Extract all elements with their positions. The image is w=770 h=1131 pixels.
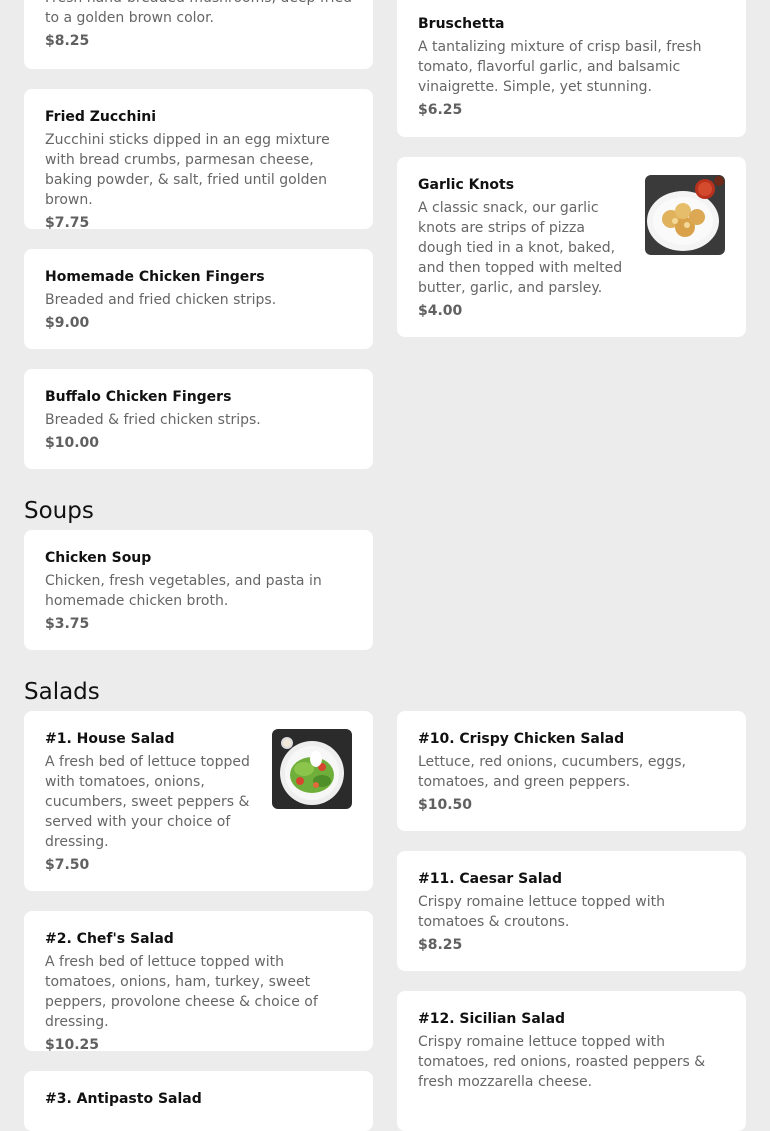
menu-item-house-salad[interactable]: #1. House Salad A fresh bed of lettuce t… [24, 711, 373, 891]
menu-item-mushrooms[interactable]: Fresh hand-breaded mushrooms, deep fried… [24, 0, 373, 69]
item-description: Breaded & fried chicken strips. [45, 412, 261, 428]
menu-item-fried-zucchini[interactable]: Fried Zucchini Zucchini sticks dipped in… [24, 89, 373, 229]
menu-item-antipasto-salad[interactable]: #3. Antipasto Salad [24, 1071, 373, 1131]
item-name: #1. House Salad [45, 731, 175, 747]
item-name: Garlic Knots [418, 177, 515, 193]
item-description: A fresh bed of lettuce topped with tomat… [45, 754, 250, 850]
section-title-salads: Salads [24, 679, 100, 705]
item-text: Garlic Knots A classic snack, our garlic… [418, 175, 631, 321]
item-name: Buffalo Chicken Fingers [45, 389, 232, 405]
menu-item-homemade-chicken-fingers[interactable]: Homemade Chicken Fingers Breaded and fri… [24, 249, 373, 349]
menu-item-chefs-salad[interactable]: #2. Chef's Salad A fresh bed of lettuce … [24, 911, 373, 1051]
item-text: #1. House Salad A fresh bed of lettuce t… [45, 729, 258, 875]
menu-item-buffalo-chicken-fingers[interactable]: Buffalo Chicken Fingers Breaded & fried … [24, 369, 373, 469]
item-name: #2. Chef's Salad [45, 931, 174, 947]
item-description: Crispy romaine lettuce topped with tomat… [418, 894, 665, 930]
item-price: $10.50 [418, 797, 473, 813]
item-name: #10. Crispy Chicken Salad [418, 731, 625, 747]
item-description: A fresh bed of lettuce topped with tomat… [45, 954, 318, 1030]
menu-item-garlic-knots[interactable]: Garlic Knots A classic snack, our garlic… [397, 157, 746, 337]
item-price: $3.75 [45, 616, 90, 632]
item-description: Zucchini sticks dipped in an egg mixture… [45, 132, 330, 208]
item-price: $6.25 [418, 102, 463, 118]
item-price: $7.50 [45, 857, 90, 873]
item-price: $8.25 [418, 937, 463, 953]
item-price: $9.00 [45, 315, 90, 331]
item-name: #3. Antipasto Salad [45, 1091, 202, 1107]
item-price: $8.25 [45, 33, 90, 49]
item-description: Crispy romaine lettuce topped with tomat… [418, 1034, 706, 1090]
item-name: #11. Caesar Salad [418, 871, 562, 887]
garlic-knots-photo-icon [645, 175, 725, 255]
item-price: $7.75 [45, 215, 90, 229]
item-name: #12. Sicilian Salad [418, 1011, 566, 1027]
item-name: Bruschetta [418, 16, 505, 32]
item-price: $10.00 [45, 435, 100, 451]
section-title-soups: Soups [24, 498, 94, 524]
menu-item-sicilian-salad[interactable]: #12. Sicilian Salad Crispy romaine lettu… [397, 991, 746, 1131]
item-description: A classic snack, our garlic knots are st… [418, 200, 623, 296]
item-description: Breaded and fried chicken strips. [45, 292, 277, 308]
menu-item-crispy-chicken-salad[interactable]: #10. Crispy Chicken Salad Lettuce, red o… [397, 711, 746, 831]
item-price: $4.00 [418, 303, 463, 319]
item-name: Fried Zucchini [45, 109, 157, 125]
menu-item-chicken-soup[interactable]: Chicken Soup Chicken, fresh vegetables, … [24, 530, 373, 650]
menu-item-caesar-salad[interactable]: #11. Caesar Salad Crispy romaine lettuce… [397, 851, 746, 971]
item-description: Chicken, fresh vegetables, and pasta in … [45, 573, 322, 609]
item-description: Lettuce, red onions, cucumbers, eggs, to… [418, 754, 686, 790]
house-salad-photo-icon [272, 729, 352, 809]
item-name: Homemade Chicken Fingers [45, 269, 265, 285]
item-description: A tantalizing mixture of crisp basil, fr… [418, 39, 702, 95]
item-description: Fresh hand-breaded mushrooms, deep fried… [45, 0, 352, 26]
menu-item-bruschetta[interactable]: Bruschetta A tantalizing mixture of cris… [397, 0, 746, 137]
item-name: Chicken Soup [45, 550, 152, 566]
item-price: $10.25 [45, 1037, 100, 1051]
